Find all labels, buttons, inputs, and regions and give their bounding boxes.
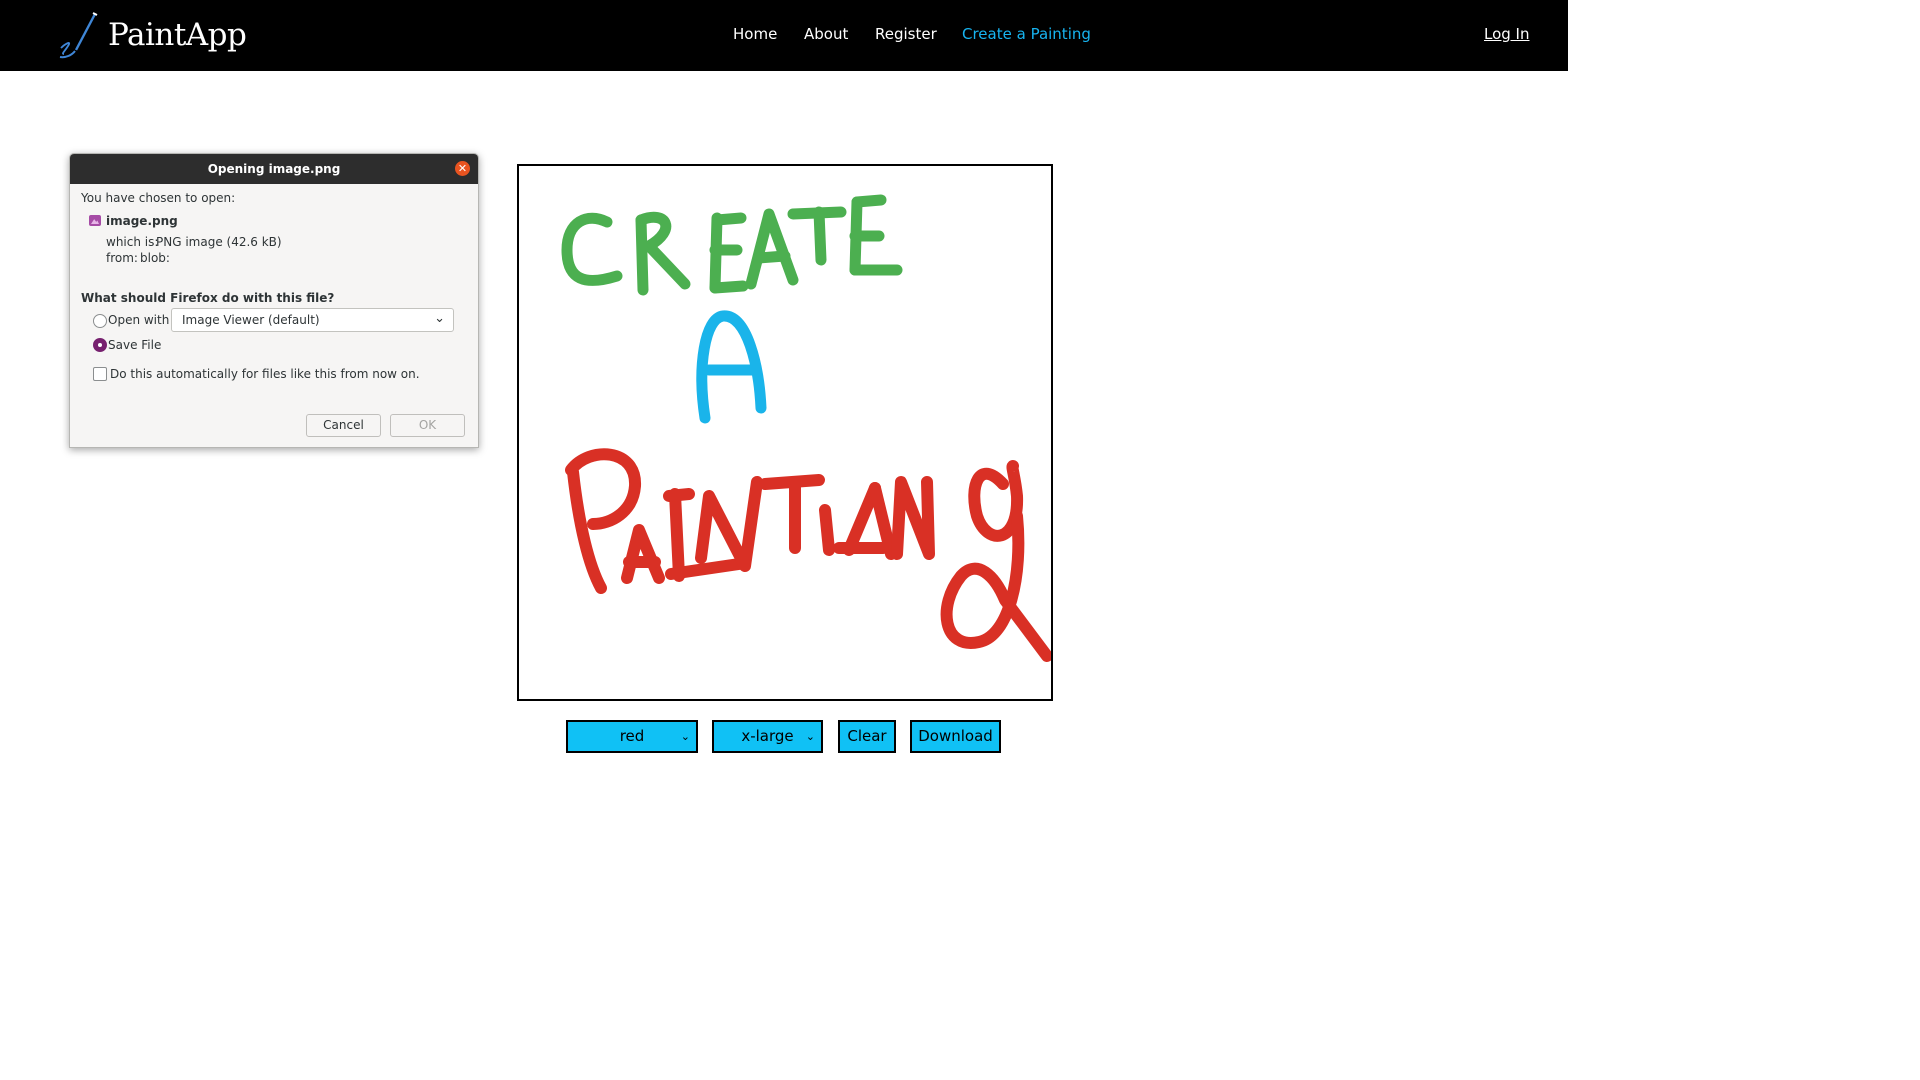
auto-action-label[interactable]: Do this automatically for files like thi… bbox=[110, 367, 420, 381]
size-select-value: x-large bbox=[741, 727, 794, 745]
color-select-value: red bbox=[619, 727, 645, 745]
auto-action-checkbox[interactable] bbox=[93, 367, 107, 381]
cancel-button[interactable]: Cancel bbox=[306, 414, 381, 437]
file-type: PNG image (42.6 kB) bbox=[156, 235, 282, 249]
save-file-radio[interactable] bbox=[93, 338, 107, 352]
download-button[interactable]: Download bbox=[910, 720, 1001, 753]
nav-about[interactable]: About bbox=[804, 25, 848, 43]
which-is-label: which is: bbox=[106, 235, 159, 249]
nav-home[interactable]: Home bbox=[733, 25, 777, 43]
save-file-label[interactable]: Save File bbox=[108, 338, 161, 352]
drawing-painting bbox=[565, 448, 1051, 662]
painting-canvas[interactable] bbox=[517, 164, 1053, 701]
color-select[interactable]: red ⌄ bbox=[566, 720, 698, 753]
open-with-label[interactable]: Open with bbox=[108, 313, 169, 327]
dialog-intro: You have chosen to open: bbox=[81, 191, 236, 205]
drawing-create bbox=[561, 194, 903, 296]
close-icon[interactable]: ✕ bbox=[455, 161, 470, 176]
drawing-a bbox=[696, 310, 767, 424]
size-select[interactable]: x-large ⌄ bbox=[712, 720, 823, 753]
image-file-icon bbox=[89, 215, 101, 226]
nav-register[interactable]: Register bbox=[875, 25, 937, 43]
ok-button[interactable]: OK bbox=[390, 414, 465, 437]
open-with-app-value: Image Viewer (default) bbox=[182, 313, 320, 327]
file-name: image.png bbox=[106, 214, 178, 228]
dialog-title: Opening image.png bbox=[70, 154, 478, 184]
open-file-dialog: Opening image.png ✕ You have chosen to o… bbox=[69, 153, 479, 448]
canvas-drawing bbox=[561, 194, 1051, 662]
dialog-question: What should Firefox do with this file? bbox=[81, 291, 335, 305]
chevron-down-icon: ⌄ bbox=[680, 730, 690, 743]
open-with-app-select[interactable]: Image Viewer (default) ⌄ bbox=[171, 308, 454, 332]
clear-button[interactable]: Clear bbox=[838, 720, 896, 753]
brand-name: PaintApp bbox=[108, 17, 247, 53]
brand[interactable]: PaintApp bbox=[56, 10, 247, 60]
login-link[interactable]: Log In bbox=[1484, 25, 1530, 43]
open-with-radio[interactable] bbox=[93, 314, 107, 328]
navbar: PaintApp Home About Register Create a Pa… bbox=[0, 0, 1568, 71]
from-label: from: bbox=[106, 251, 138, 265]
chevron-down-icon: ⌄ bbox=[805, 730, 815, 743]
chevron-down-icon: ⌄ bbox=[434, 311, 445, 326]
file-source: blob: bbox=[140, 251, 170, 265]
paintbrush-logo-icon bbox=[59, 12, 98, 59]
nav-create-painting[interactable]: Create a Painting bbox=[962, 25, 1091, 43]
